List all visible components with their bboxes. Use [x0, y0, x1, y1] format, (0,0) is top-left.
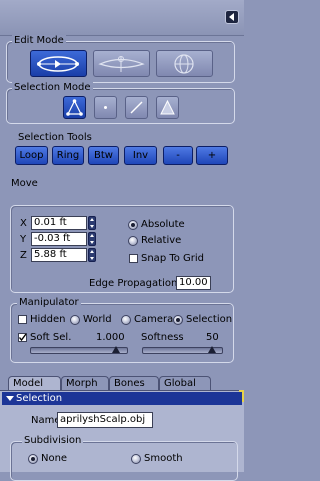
- camera-label: Camera: [134, 314, 174, 325]
- arrow-left-icon: [229, 13, 234, 21]
- edit-mode-morph-button[interactable]: [93, 50, 150, 77]
- hidden-label: Hidden: [30, 314, 66, 325]
- x-label: X: [20, 218, 27, 229]
- snap-to-grid-label: Snap To Grid: [141, 253, 205, 264]
- subdivision-none-label: None: [41, 453, 68, 464]
- soft-sel-label: Soft Sel.: [30, 332, 72, 343]
- relative-label: Relative: [141, 235, 182, 246]
- z-field[interactable]: 5.88 ft: [31, 248, 87, 262]
- edit-mode-sphere-button[interactable]: [156, 50, 213, 77]
- top-toolbar: [0, 0, 244, 36]
- edge-propagation-label: Edge Propagation: [89, 278, 178, 289]
- selection-tools-label: Selection Tools: [18, 132, 92, 143]
- tab-model[interactable]: Model: [8, 376, 61, 390]
- snap-to-grid-checkbox[interactable]: [129, 254, 138, 263]
- name-field[interactable]: aprilyshScalp.obj: [57, 412, 153, 428]
- ring-button[interactable]: Ring: [52, 146, 84, 165]
- selection-mode-face-button[interactable]: [156, 96, 179, 119]
- y-label: Y: [20, 234, 27, 245]
- tab-global[interactable]: Global: [159, 376, 211, 390]
- edit-transform-icon: [37, 56, 79, 72]
- edit-morph-icon: [98, 56, 145, 72]
- y-stepper[interactable]: [88, 232, 96, 246]
- selection-mode-edge-button[interactable]: [125, 96, 148, 119]
- between-button[interactable]: Btw: [88, 146, 119, 165]
- loop-button[interactable]: Loop: [15, 146, 48, 165]
- vertex-select-icon: [66, 99, 83, 116]
- y-field[interactable]: -0.03 ft: [31, 232, 87, 246]
- softness-label: Softness: [141, 332, 184, 343]
- soft-sel-checkbox[interactable]: [18, 333, 27, 342]
- point-select-icon: [104, 106, 107, 109]
- shrink-selection-button[interactable]: -: [163, 146, 193, 165]
- tab-morph[interactable]: Morph: [61, 376, 109, 390]
- selection-mode-point-button[interactable]: [94, 96, 117, 119]
- selection-label: Selection: [186, 314, 233, 325]
- z-stepper[interactable]: [88, 248, 96, 262]
- subdivision-legend: Subdivision: [22, 435, 84, 447]
- edit-mode-transform-button[interactable]: [30, 50, 87, 77]
- edge-select-icon: [130, 101, 143, 114]
- x-field[interactable]: 0.01 ft: [31, 216, 87, 230]
- z-label: Z: [20, 250, 27, 261]
- absolute-label: Absolute: [141, 219, 185, 230]
- soft-sel-value: 1.000: [96, 332, 125, 343]
- selection-mode-legend: Selection Mode: [12, 82, 93, 94]
- manipulator-legend: Manipulator: [17, 297, 81, 309]
- subdivision-none-radio[interactable]: [28, 454, 38, 464]
- camera-radio[interactable]: [121, 315, 131, 325]
- subdivision-smooth-radio[interactable]: [131, 454, 141, 464]
- absolute-radio[interactable]: [128, 220, 138, 230]
- selection-section-header[interactable]: Selection: [2, 392, 242, 405]
- selection-mode-vertex-button[interactable]: [63, 96, 86, 119]
- checkmark-icon: [18, 333, 27, 342]
- face-select-icon: [160, 99, 175, 115]
- world-radio[interactable]: [70, 315, 80, 325]
- hidden-checkbox[interactable]: [18, 315, 27, 324]
- subdivision-smooth-label: Smooth: [144, 453, 183, 464]
- move-label: Move: [11, 178, 38, 189]
- soft-sel-slider-thumb[interactable]: [112, 346, 121, 353]
- world-label: World: [83, 314, 112, 325]
- edit-sphere-icon: [174, 54, 194, 74]
- tab-bones[interactable]: Bones: [109, 376, 159, 390]
- edge-propagation-field[interactable]: 10.00: [176, 276, 211, 290]
- softness-value: 50: [206, 332, 219, 343]
- relative-radio[interactable]: [128, 236, 138, 246]
- x-stepper[interactable]: [88, 216, 96, 230]
- edit-mode-legend: Edit Mode: [12, 35, 66, 47]
- invert-button[interactable]: Inv: [124, 146, 157, 165]
- selection-radio[interactable]: [173, 315, 183, 325]
- collapse-panel-button[interactable]: [225, 10, 239, 24]
- grow-selection-button[interactable]: +: [196, 146, 228, 165]
- softness-slider-thumb[interactable]: [207, 346, 216, 353]
